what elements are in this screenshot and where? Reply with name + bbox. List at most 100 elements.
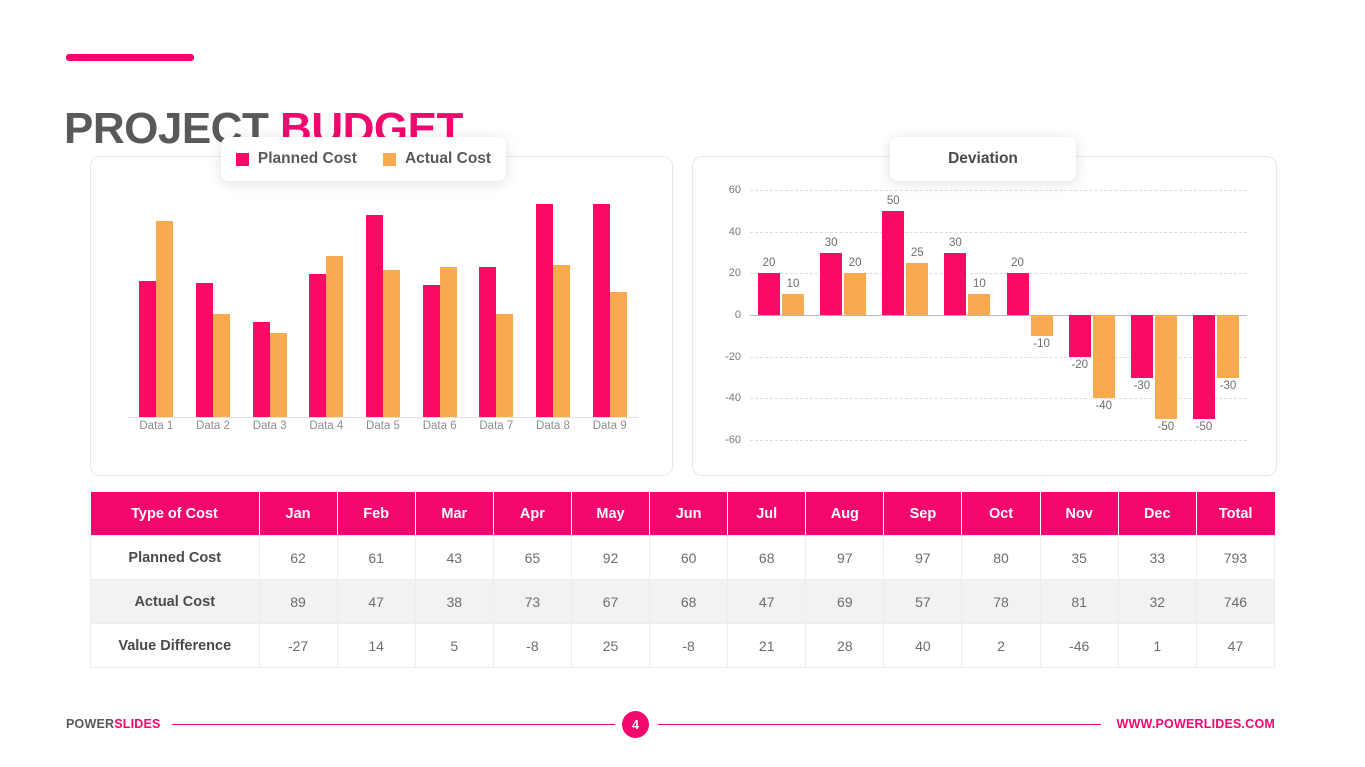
left-chart-category-label: Data 8 [536,420,570,432]
deviation-data-label-planned: 50 [886,194,900,207]
deviation-y-axis-tick: -40 [725,392,741,405]
table-row: Planned Cost 62 61 43 65 92 60 68 97 97 80 35 33 793 [90,535,1276,580]
deviation-data-label-actual: 25 [910,246,924,259]
deviation-data-label-planned: 30 [824,236,838,249]
table-cell: 47 [336,579,416,624]
deviation-bar-planned [1130,315,1153,378]
deviation-y-axis-tick: -60 [725,434,741,446]
deviation-gridline [750,440,1247,441]
legend-label-actual-cost: Actual Cost [404,150,492,167]
table-row-label: Actual Cost [90,579,260,624]
footer-brand-part-two: SLIDES [114,717,161,731]
legend-swatch-planned-cost [235,152,249,166]
title-accent-bar [66,54,194,61]
deviation-data-label-actual: 10 [973,278,986,291]
left-chart-bar-actual [326,256,344,417]
left-chart-group [468,197,525,417]
left-chart-bar-actual [269,333,287,417]
table-cell: -27 [258,623,338,668]
table-cell: -8 [492,623,572,668]
table-cell: 40 [883,623,963,668]
table-cell: 5 [414,623,494,668]
table-cell: 73 [492,579,572,624]
left-chart-bar-actual [156,221,174,417]
deviation-bar-planned [1068,315,1091,357]
chart-legend: Planned Cost Actual Cost [221,137,506,181]
table-cell: 68 [727,535,807,580]
deviation-bar-actual [782,294,805,315]
deviation-data-label-actual: -30 [1219,379,1237,392]
left-chart-group [298,197,355,417]
left-chart-bar-actual [552,265,570,417]
deviation-data-label-actual: -10 [1033,337,1050,350]
left-chart-group [128,197,185,417]
table-cell: 2 [961,623,1041,668]
table-header-nov: Nov [1040,492,1119,536]
table-cell: 28 [805,623,885,668]
left-chart-group [355,197,412,417]
footer-brand: POWERSLIDES [66,717,161,731]
footer-divider-left [172,724,615,725]
table-cell: 68 [649,579,729,624]
left-chart-bar-planned [252,322,270,417]
deviation-gridline [750,190,1247,191]
left-chart-group [581,197,638,417]
table-cell: 60 [649,535,729,580]
table-cell: 47 [1195,623,1276,668]
table-cell: 33 [1117,535,1197,580]
table-cell: 78 [961,579,1041,624]
deviation-y-axis-tick: -20 [725,350,741,363]
footer-url: WWW.POWERLIDES.COM [1116,717,1275,731]
table-row-label: Value Difference [90,623,260,668]
left-chart-bar-planned [592,203,610,417]
deviation-y-axis-tick: 60 [728,184,741,196]
legend-swatch-actual-cost [382,152,396,166]
deviation-bar-actual [1216,315,1239,378]
deviation-bar-planned [1006,273,1029,315]
left-chart-bar-planned [139,280,157,417]
table-cell: 25 [570,623,651,668]
deviation-data-label-actual: -40 [1095,400,1112,413]
deviation-y-axis-tick: 20 [728,267,741,280]
left-chart-bar-planned [365,214,383,417]
left-chart-category-label: Data 6 [422,420,457,432]
table-header-sep: Sep [883,492,963,536]
table-cell: 14 [336,623,416,668]
table-cell: 69 [805,579,885,624]
budget-table-body: Planned Cost 62 61 43 65 92 60 68 97 97 80 35 33 793 A… [90,535,1276,668]
legend-item-actual-cost: Actual Cost [382,150,492,168]
left-chart-category-label: Data 7 [479,420,514,432]
deviation-bar-actual [1092,315,1115,399]
table-header-mar: Mar [415,492,494,536]
left-chart-bar-actual [496,313,514,417]
table-cell: 81 [1039,579,1119,624]
table-cell: 62 [258,535,338,580]
table-cell: 92 [570,535,651,580]
deviation-y-axis-tick: 40 [728,225,741,238]
table-cell: 97 [883,535,963,580]
table-row-label: Planned Cost [90,535,260,580]
left-chart-category-label: Data 5 [366,420,400,432]
left-chart-category-label: Data 1 [139,420,174,432]
table-cell: 97 [805,535,885,580]
left-chart-bar-actual [609,291,627,417]
table-cell: 65 [492,535,572,580]
table-cell: 21 [727,623,807,668]
table-cell: 32 [1117,579,1197,624]
table-header-row: Type of Cost Jan Feb Mar Apr May Jun Jul Aug Sep O… [90,492,1275,536]
page-number-badge: 4 [622,711,649,738]
table-header-aug: Aug [805,492,885,536]
left-chart-baseline [128,417,638,418]
deviation-data-label-planned: 20 [762,257,776,270]
left-chart-bar-planned [535,203,553,417]
deviation-bar-planned [882,210,905,315]
table-row: Value Difference -27 14 5 -8 25 -8 21 28 40 2 -46 1 4… [90,623,1276,668]
deviation-data-label-actual: -50 [1157,421,1175,434]
table-header-jan: Jan [259,492,338,536]
left-chart-category-label: Data 3 [252,420,287,432]
deviation-chart-title-card: Deviation [890,137,1076,181]
table-header-feb: Feb [337,492,416,536]
table-cell: 80 [961,535,1041,580]
left-chart-category-label: Data 2 [196,420,230,432]
table-cell: 67 [570,579,651,624]
